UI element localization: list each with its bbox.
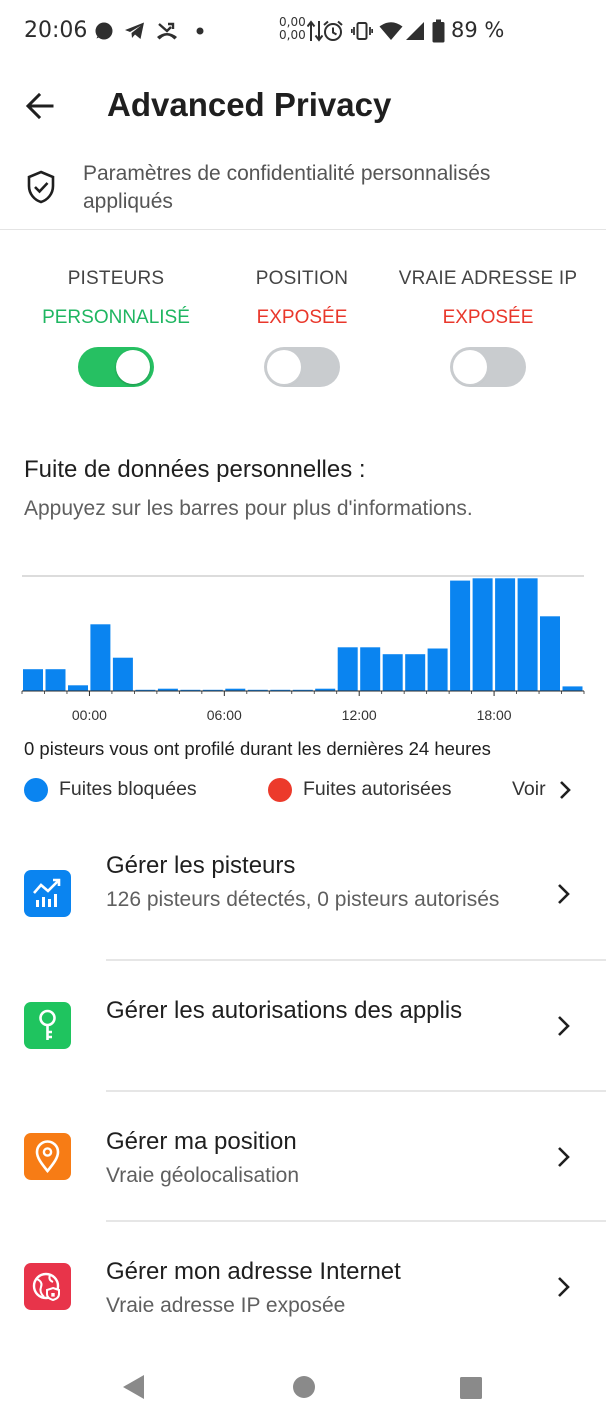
nav-recents-icon[interactable]: [459, 1376, 483, 1400]
chevron-right-icon: [558, 1147, 570, 1167]
menu-subtitle-location: Vraie géolocalisation: [106, 1164, 300, 1187]
legend-label-blocked: Fuites bloquées: [59, 778, 197, 800]
leak-section-title: Fuite de données personnelles :: [24, 456, 366, 483]
menu-item-trackers[interactable]: Gérer les pisteurs 126 pisteurs détectés…: [0, 840, 606, 960]
chart-legend: Fuites bloquées Fuites autorisées Voir: [0, 774, 606, 804]
net-speed-down: 0,00: [279, 28, 306, 42]
battery-icon: [432, 19, 445, 43]
menu-icon-location: [24, 1133, 71, 1180]
location-switch[interactable]: [264, 347, 340, 387]
leaks-chart-svg: 00:00 06:00 12:00 18:00: [21, 575, 585, 723]
chart-bar[interactable]: [540, 616, 560, 692]
ip-address-switch[interactable]: [450, 347, 526, 387]
chart-bar[interactable]: [405, 654, 426, 691]
page-title: Advanced Privacy: [107, 86, 392, 123]
chevron-right-icon: [558, 1277, 570, 1297]
menu-icon-internet-address: [24, 1263, 71, 1310]
chart-bar[interactable]: [90, 624, 111, 691]
menu-item-location[interactable]: Gérer ma position Vraie géolocalisation: [0, 1110, 606, 1220]
menu-item-app-permissions[interactable]: Gérer les autorisations des applis: [0, 980, 606, 1090]
chart-bar[interactable]: [45, 669, 66, 692]
chevron-right-icon: [558, 1016, 570, 1036]
chart-bar[interactable]: [495, 578, 516, 691]
legend-label-allowed: Fuites autorisées: [303, 778, 452, 800]
privacy-status-banner: Paramètres de confidentialité personnali…: [0, 158, 606, 230]
chart-bar[interactable]: [472, 578, 493, 691]
switch-knob: [453, 350, 487, 384]
status-time: 20:06: [24, 18, 88, 43]
chart-bar[interactable]: [68, 685, 88, 692]
chart-tick-label: 06:00: [207, 707, 242, 723]
toggle-state-ip-address: EXPOSÉE: [442, 307, 534, 328]
menu-item-internet-address[interactable]: Gérer mon adresse Internet Vraie adresse…: [0, 1240, 606, 1350]
globe-shield-icon: [32, 1272, 60, 1302]
nav-home-icon[interactable]: [292, 1375, 316, 1399]
chart-bar[interactable]: [360, 647, 381, 691]
menu-subtitle-internet-address: Vraie adresse IP exposée: [106, 1294, 346, 1317]
chart-bar[interactable]: [112, 657, 133, 691]
chart-bar[interactable]: [562, 686, 583, 691]
system-nav-bar: [0, 1356, 606, 1422]
divider: [106, 1090, 606, 1092]
switch-knob: [267, 350, 301, 384]
data-transfer-icon: [307, 20, 323, 42]
profiled-summary: 0 pisteurs vous ont profilé durant les d…: [24, 738, 491, 759]
menu-icon-trackers: [24, 870, 71, 917]
alarm-icon: [323, 20, 343, 41]
see-more-label: Voir: [512, 778, 546, 800]
menu-title-location: Gérer ma position: [106, 1128, 297, 1155]
chart-bar[interactable]: [23, 669, 43, 692]
chart-bar[interactable]: [337, 647, 358, 691]
cell-signal-icon: [406, 22, 424, 40]
toggle-label-location: POSITION: [255, 268, 349, 289]
trackers-switch[interactable]: [78, 347, 154, 387]
toggle-state-trackers: PERSONNALISÉ: [42, 307, 190, 328]
menu-icon-app-permissions: [24, 1002, 71, 1049]
toggle-location: POSITION EXPOSÉE: [207, 268, 397, 387]
status-bar: 20:06 0,00 0,00 89 %: [0, 0, 606, 64]
legend-dot-blocked: [24, 778, 48, 802]
divider: [106, 1220, 606, 1222]
leak-section-subtitle: Appuyez sur les barres pour plus d'infor…: [24, 497, 473, 520]
nav-back-icon[interactable]: [122, 1374, 146, 1400]
menu-subtitle-trackers: 126 pisteurs détectés, 0 pisteurs autori…: [106, 888, 500, 911]
trackers-chart-icon: [33, 878, 61, 907]
shield-check-icon: [27, 170, 55, 204]
toggle-state-location: EXPOSÉE: [256, 307, 348, 328]
key-icon: [39, 1009, 56, 1040]
chart-bar[interactable]: [450, 580, 471, 691]
network-speed: 0,00 0,00: [279, 16, 306, 42]
app-bar: Advanced Privacy: [0, 76, 606, 136]
chart-tick-label: 12:00: [342, 707, 377, 723]
divider: [106, 959, 606, 961]
dot-icon: [196, 27, 204, 35]
signal-chat-icon: [95, 22, 113, 40]
switch-knob: [116, 350, 150, 384]
chevron-right-icon: [558, 884, 570, 904]
chart-bar[interactable]: [517, 578, 538, 691]
banner-text: Paramètres de confidentialité personnali…: [83, 162, 491, 213]
call-missed-icon: [157, 22, 177, 40]
chart-tick-label: 00:00: [72, 707, 107, 723]
toggle-ip-address: VRAIE ADRESSE IP EXPOSÉE: [393, 268, 583, 387]
telegram-icon: [125, 22, 144, 39]
chevron-right-icon: [560, 781, 571, 799]
leaks-bar-chart: 00:00 06:00 12:00 18:00: [0, 566, 606, 736]
battery-level: 89 %: [451, 18, 505, 42]
back-arrow-icon[interactable]: [24, 90, 56, 122]
menu-title-app-permissions: Gérer les autorisations des applis: [106, 997, 463, 1024]
location-pin-icon: [35, 1140, 60, 1174]
wifi-icon: [379, 22, 403, 40]
menu-title-trackers: Gérer les pisteurs: [106, 852, 296, 879]
vibrate-icon: [351, 22, 373, 40]
toggle-label-trackers: PISTEURS: [67, 268, 165, 289]
toggle-label-ip-address: VRAIE ADRESSE IP: [398, 268, 578, 289]
legend-dot-allowed: [268, 778, 292, 802]
chart-bar[interactable]: [382, 654, 403, 691]
toggle-trackers: PISTEURS PERSONNALISÉ: [21, 268, 211, 387]
chart-tick-label: 18:00: [477, 707, 512, 723]
chart-bar[interactable]: [427, 648, 448, 692]
menu-title-internet-address: Gérer mon adresse Internet: [106, 1258, 401, 1285]
